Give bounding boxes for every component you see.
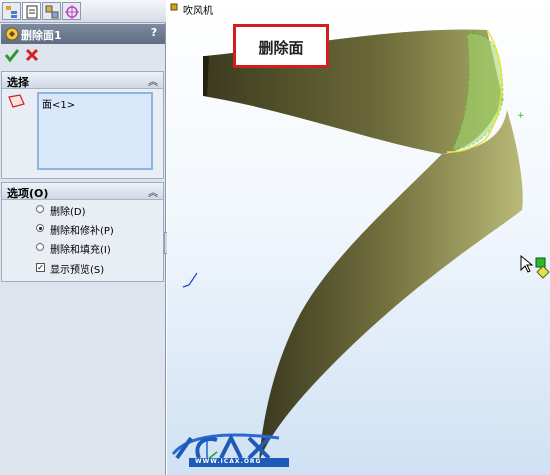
callout-box: 删除面: [233, 24, 329, 68]
callout-text: 删除面: [258, 39, 304, 57]
tab-feature-manager[interactable]: [2, 2, 21, 20]
property-manager-header: 删除面1 ?: [1, 24, 165, 44]
part-icon: [170, 3, 178, 11]
ok-button[interactable]: [4, 47, 20, 63]
feature-tree-flyout-label[interactable]: 吹风机: [183, 2, 213, 17]
green-handle-icon: [535, 257, 546, 268]
manager-tab-bar: [0, 0, 166, 23]
selected-faces-list[interactable]: 面<1>: [37, 92, 153, 170]
option-delete-and-patch-label: 删除和修补(P): [50, 226, 114, 237]
property-manager-panel: 删除面1 ? 选择 ︽ 面<1> 选项(O) ︽ 删除(D) 删除和修补(P) …: [0, 0, 166, 475]
option-delete-and-fill-label: 删除和填充(I): [50, 245, 111, 256]
cancel-button[interactable]: [24, 47, 40, 63]
graphics-area[interactable]: + 吹风机 删除面 WWW.ICAX.ORG: [167, 0, 550, 475]
list-item[interactable]: 面<1>: [42, 96, 75, 111]
tab-configuration-manager[interactable]: [42, 2, 61, 20]
selection-group-header[interactable]: 选择 ︽: [2, 72, 163, 89]
yellow-handle-icon: [536, 265, 550, 279]
green-check-icon: [4, 49, 20, 63]
triad-icon: [182, 272, 198, 288]
property-manager-title: 删除面1: [21, 29, 62, 42]
red-x-icon: [25, 48, 39, 62]
show-preview-checkbox[interactable]: ✓: [36, 263, 45, 272]
options-group-header[interactable]: 选项(O) ︽: [2, 183, 163, 200]
plus-marker-icon: +: [517, 111, 525, 121]
radio-delete-and-patch[interactable]: [36, 224, 44, 232]
option-delete-label: 删除(D): [50, 207, 86, 218]
model-stem-surface: [259, 110, 523, 462]
radio-delete-and-fill[interactable]: [36, 243, 44, 251]
selection-group: 选择 ︽ 面<1>: [1, 71, 164, 179]
collapse-icon[interactable]: ︽: [148, 73, 158, 88]
mouse-cursor-icon: [520, 254, 534, 273]
feature-tree-icon: [6, 6, 17, 18]
collapse-icon[interactable]: ︽: [148, 184, 158, 199]
options-group: 选项(O) ︽ 删除(D) 删除和修补(P) 删除和填充(I) ✓ 显示预览(S…: [1, 182, 164, 282]
selection-group-title: 选择: [7, 76, 29, 89]
logo-url-text: WWW.ICAX.ORG: [195, 458, 262, 465]
crosshair-icon: [65, 5, 79, 19]
property-sheet-icon: [26, 5, 38, 19]
delete-face-feature-icon: [5, 27, 19, 41]
radio-delete[interactable]: [36, 205, 44, 213]
face-selection-icon: [8, 94, 25, 108]
tab-dimxpert-manager[interactable]: [62, 2, 81, 20]
tab-property-manager[interactable]: [22, 2, 41, 20]
options-group-title: 选项(O): [7, 187, 49, 200]
model-viewport-scene: +: [170, 3, 550, 462]
show-preview-label: 显示预览(S): [50, 265, 105, 276]
configuration-icon: [45, 5, 59, 19]
help-button[interactable]: ?: [147, 26, 161, 40]
